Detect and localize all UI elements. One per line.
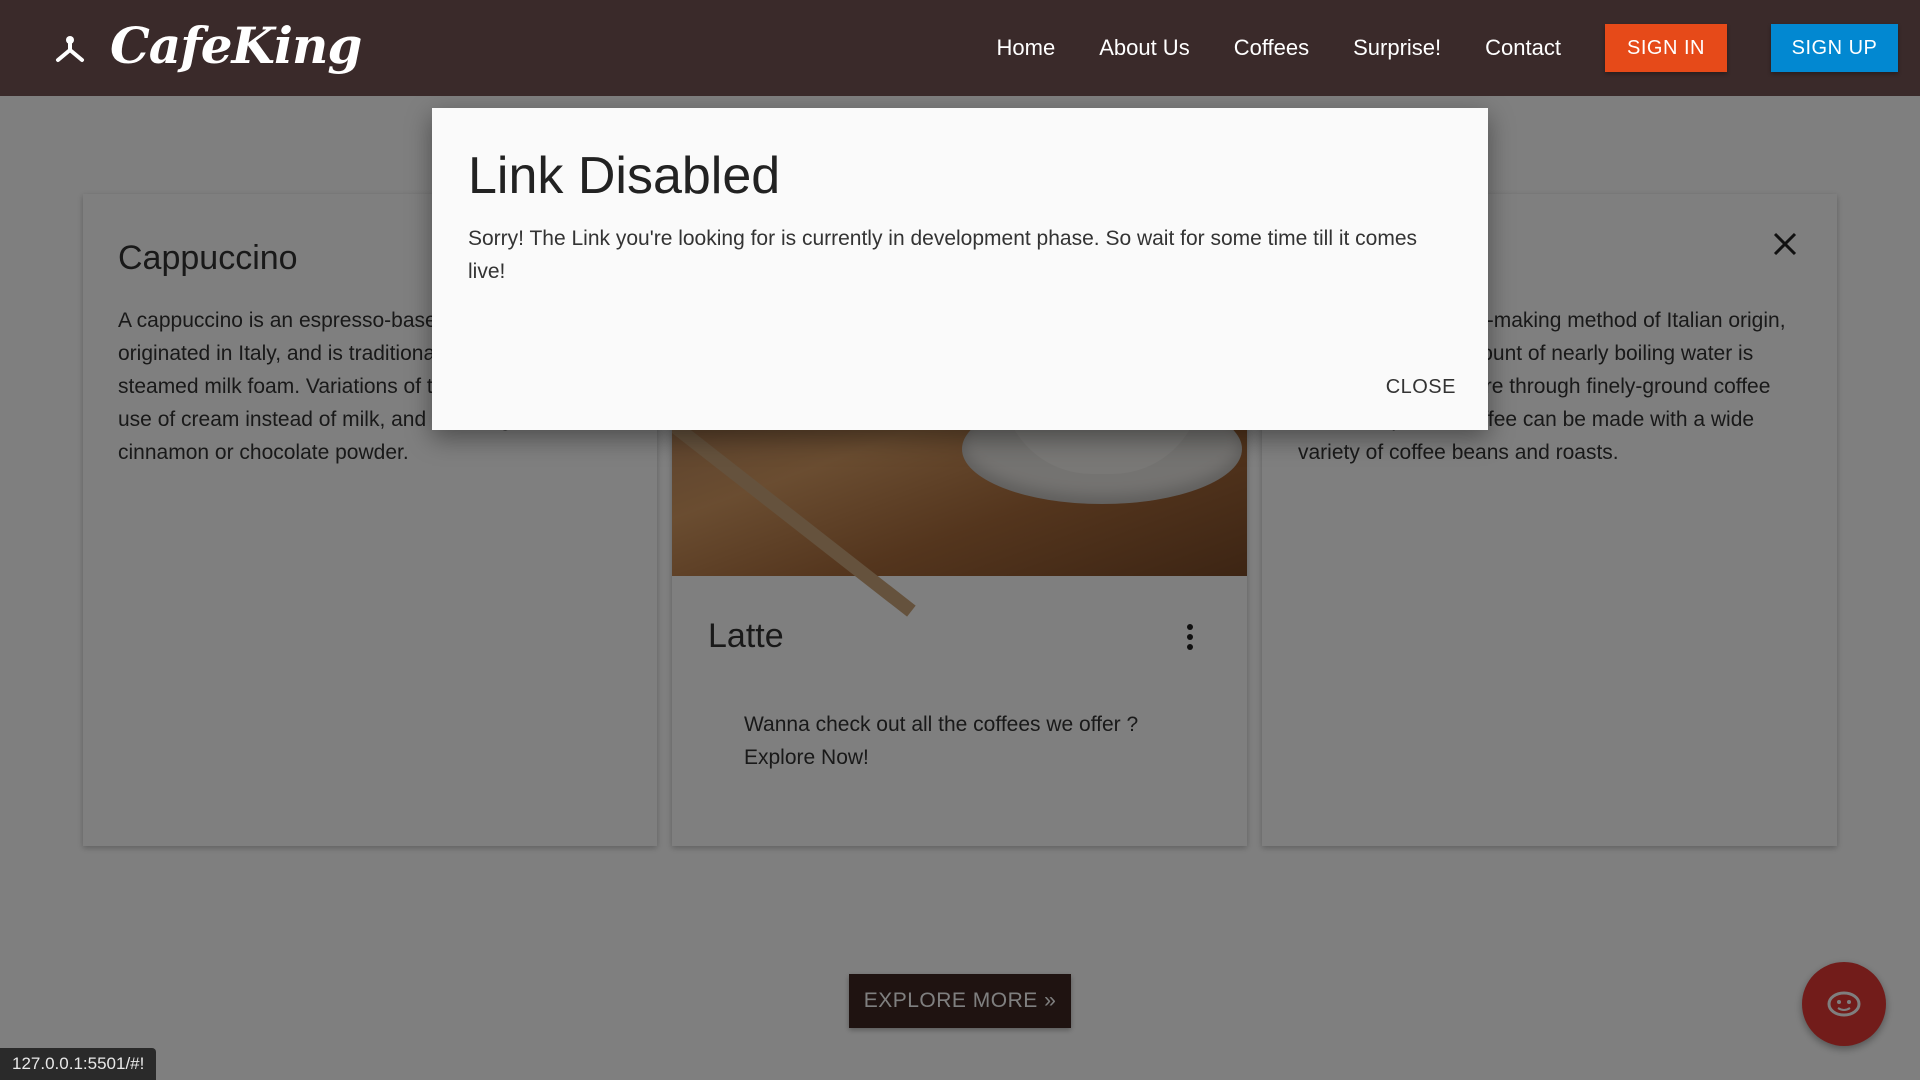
nav-surprise-link[interactable]: Surprise!	[1353, 35, 1441, 61]
nav-coffees-link[interactable]: Coffees	[1234, 35, 1309, 61]
brand-name[interactable]: CafeKing	[110, 16, 362, 75]
navbar: CafeKing Home About Us Coffees Surprise!…	[0, 0, 1920, 96]
modal-title: Link Disabled	[468, 147, 781, 205]
modal-close-button[interactable]: CLOSE	[1386, 376, 1456, 399]
brand-logo-icon[interactable]	[52, 30, 88, 66]
status-bar-url: 127.0.0.1:5501/#!	[0, 1048, 157, 1080]
link-disabled-modal: Link Disabled Sorry! The Link you're loo…	[432, 108, 1488, 430]
sign-up-button[interactable]: SIGN UP	[1771, 24, 1898, 72]
sign-in-button[interactable]: SIGN IN	[1605, 24, 1727, 72]
nav-links: Home About Us Coffees Surprise! Contact …	[997, 0, 1920, 96]
nav-about-link[interactable]: About Us	[1099, 35, 1190, 61]
nav-home-link[interactable]: Home	[997, 35, 1056, 61]
modal-text: Sorry! The Link you're looking for is cu…	[468, 227, 1418, 283]
nav-contact-link[interactable]: Contact	[1485, 35, 1561, 61]
